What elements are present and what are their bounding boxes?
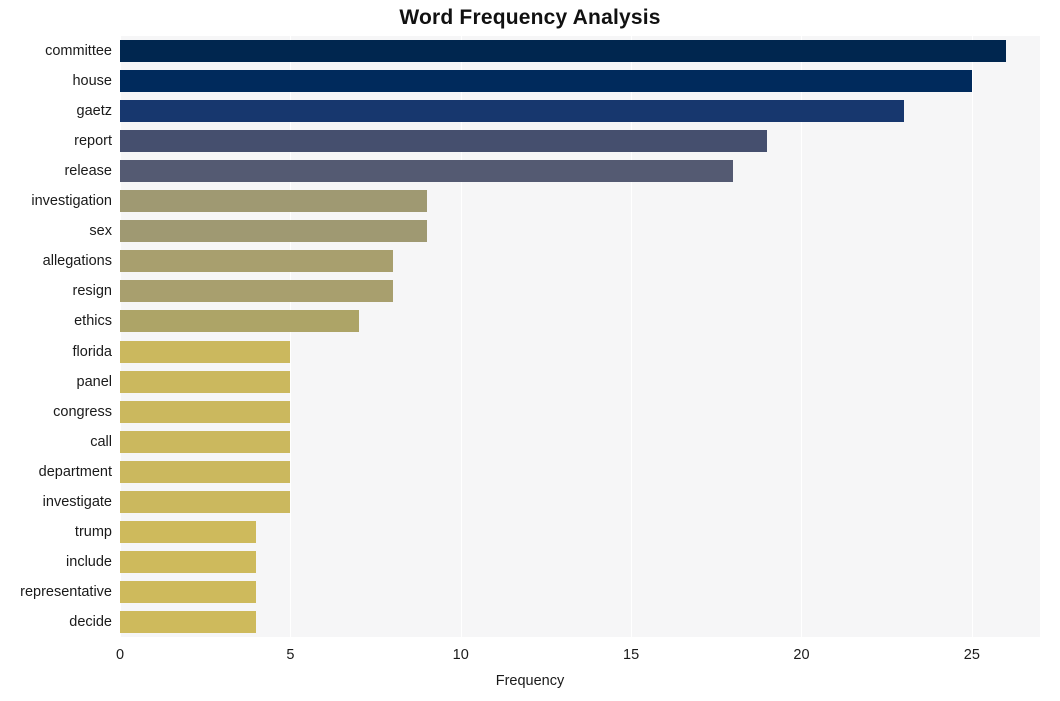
bar[interactable]	[120, 550, 257, 573]
bar[interactable]	[120, 40, 1006, 63]
bars-layer	[120, 36, 1040, 637]
bar[interactable]	[120, 580, 257, 603]
y-axis-tick-label: house	[72, 73, 112, 90]
x-axis-title: Frequency	[495, 673, 565, 689]
bar[interactable]	[120, 130, 768, 153]
bar[interactable]	[120, 220, 427, 243]
bar[interactable]	[120, 490, 291, 513]
y-axis-tick-label: investigation	[31, 193, 112, 210]
y-axis-tick-label: representative	[20, 583, 112, 600]
y-axis-tick-label: call	[90, 433, 112, 450]
bar[interactable]	[120, 160, 734, 183]
y-axis-tick-label: allegations	[42, 253, 112, 270]
y-axis-tick-label: decide	[69, 613, 112, 630]
y-axis-tick-label: release	[64, 163, 112, 180]
bar[interactable]	[120, 70, 972, 93]
bar[interactable]	[120, 250, 393, 273]
x-axis-tick-label: 25	[963, 647, 980, 663]
y-axis-tick-label: include	[66, 553, 112, 570]
y-axis-tick-label: congress	[53, 403, 112, 420]
x-axis-tick-label: 0	[115, 647, 125, 663]
y-axis-tick-label: trump	[74, 523, 112, 540]
y-axis-labels: committee house gaetz report release investig…	[0, 36, 112, 637]
y-axis-tick-label: resign	[72, 283, 113, 300]
bar[interactable]	[120, 430, 291, 453]
bar[interactable]	[120, 340, 291, 363]
bar[interactable]	[120, 400, 291, 423]
y-axis-tick-label: department	[38, 463, 112, 480]
bar[interactable]	[120, 100, 904, 123]
bar[interactable]	[120, 190, 427, 213]
x-axis-tick-labels: 0 5 10 15 20 25	[0, 645, 1060, 669]
x-axis-tick-label: 15	[623, 647, 640, 663]
y-axis-tick-label: report	[74, 133, 112, 150]
x-axis-tick-label: 5	[286, 647, 295, 663]
bar[interactable]	[120, 370, 291, 393]
chart-figure: Word Frequency Analysis committee house ga…	[0, 0, 1060, 701]
x-axis-tick-label: 20	[793, 647, 810, 663]
y-axis-tick-label: gaetz	[76, 103, 112, 120]
y-axis-tick-label: committee	[45, 43, 112, 60]
y-axis-tick-label: panel	[76, 373, 112, 390]
bar[interactable]	[120, 610, 257, 633]
bar[interactable]	[120, 520, 257, 543]
chart-title: Word Frequency Analysis	[399, 6, 661, 29]
x-axis-tick-label: 10	[452, 647, 469, 663]
bar[interactable]	[120, 280, 393, 303]
y-axis-tick-label: investigate	[42, 493, 112, 510]
y-axis-tick-label: sex	[89, 223, 112, 240]
y-axis-tick-label: florida	[72, 343, 113, 360]
y-axis-tick-label: ethics	[74, 313, 112, 330]
bar[interactable]	[120, 460, 291, 483]
bar[interactable]	[120, 310, 359, 333]
